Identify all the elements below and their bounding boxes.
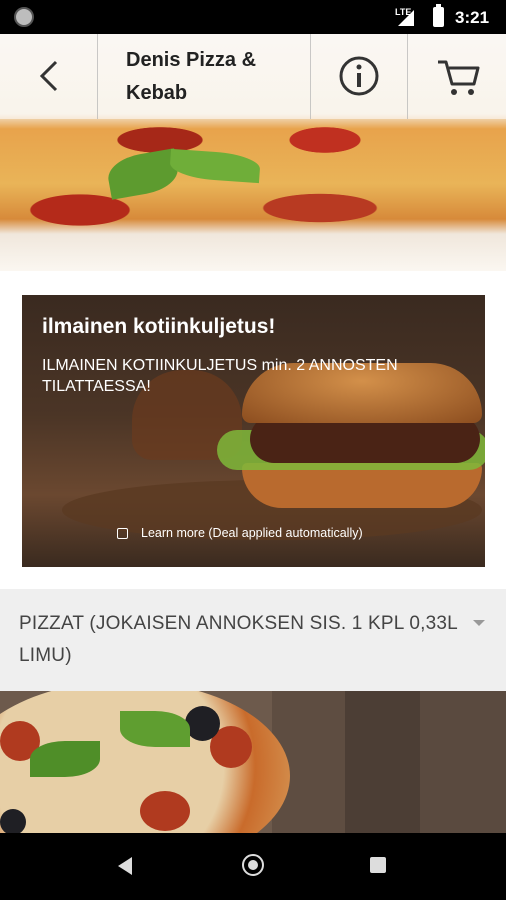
promo-banner[interactable]: ilmainen kotiinkuljetus! ILMAINEN KOTIIN…	[22, 295, 485, 567]
olive	[0, 809, 26, 833]
promo-title: ilmainen kotiinkuljetus!	[42, 315, 276, 338]
basil-leaf	[120, 711, 190, 747]
notification-icon	[14, 7, 34, 27]
deal-icon	[117, 528, 128, 539]
olive	[185, 706, 220, 741]
promo-text: ILMAINEN KOTIINKULJETUS min. 2 ANNOSTEN …	[42, 357, 398, 395]
status-bar: LTE 3:21	[0, 0, 506, 34]
dropdown-arrow-icon	[473, 620, 485, 626]
category-label: PIZZAT (JOKAISEN ANNOKSEN SIS. 1 KPL 0,3…	[19, 613, 458, 666]
cart-icon[interactable]	[434, 52, 482, 100]
category-image	[0, 691, 506, 833]
top-bar: Denis Pizza & Kebab	[0, 34, 506, 119]
learn-more-link[interactable]: Learn more (Deal applied automatically)	[141, 526, 363, 540]
restaurant-title: Denis Pizza & Kebab	[126, 49, 257, 104]
signal-icon	[398, 10, 414, 26]
divider	[407, 34, 408, 119]
divider	[97, 34, 98, 119]
nav-recents-icon[interactable]	[370, 857, 386, 873]
battery-icon	[433, 4, 444, 27]
back-arrow-icon[interactable]	[30, 52, 70, 100]
category-dropdown[interactable]: PIZZAT (JOKAISEN ANNOKSEN SIS. 1 KPL 0,3…	[0, 589, 506, 691]
divider	[310, 34, 311, 119]
nav-home-icon[interactable]	[242, 854, 264, 876]
basil-leaf	[169, 148, 261, 184]
basil-leaf	[30, 741, 100, 777]
tomato	[140, 791, 190, 831]
nav-back-icon[interactable]	[118, 857, 132, 875]
info-icon[interactable]	[337, 54, 381, 98]
clock: 3:21	[455, 8, 490, 27]
